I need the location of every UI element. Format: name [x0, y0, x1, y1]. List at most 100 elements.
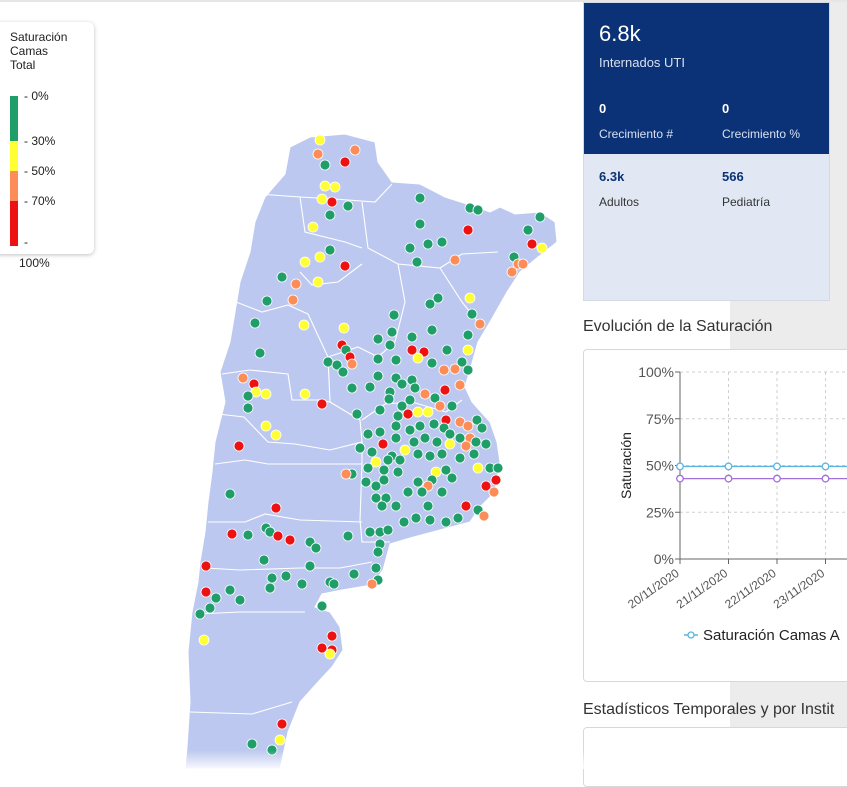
hospital-marker[interactable] [198, 634, 210, 646]
hospital-marker[interactable] [342, 200, 354, 212]
series-point[interactable] [724, 474, 733, 483]
hospital-marker[interactable] [472, 462, 484, 474]
hospital-marker[interactable] [224, 584, 236, 596]
hospital-marker[interactable] [426, 324, 438, 336]
hospital-marker[interactable] [424, 450, 436, 462]
hospital-marker[interactable] [410, 512, 422, 524]
hospital-marker[interactable] [370, 480, 382, 492]
hospital-marker[interactable] [517, 258, 529, 270]
hospital-marker[interactable] [276, 271, 288, 283]
hospital-marker[interactable] [304, 560, 316, 572]
hospital-marker[interactable] [378, 464, 390, 476]
hospital-marker[interactable] [424, 514, 436, 526]
hospital-marker[interactable] [364, 381, 376, 393]
hospital-marker[interactable] [409, 382, 421, 394]
hospital-marker[interactable] [224, 488, 236, 500]
hospital-marker[interactable] [210, 592, 222, 604]
hospital-marker[interactable] [422, 500, 434, 512]
hospital-marker[interactable] [296, 578, 308, 590]
series-point[interactable] [676, 462, 684, 471]
hospital-marker[interactable] [462, 420, 474, 432]
hospital-marker[interactable] [462, 329, 474, 341]
hospital-marker[interactable] [382, 454, 394, 466]
hospital-marker[interactable] [382, 524, 394, 536]
hospital-marker[interactable] [338, 322, 350, 334]
hospital-marker[interactable] [394, 454, 406, 466]
hospital-marker[interactable] [446, 472, 458, 484]
hospital-marker[interactable] [337, 366, 349, 378]
hospital-marker[interactable] [342, 530, 354, 542]
hospital-marker[interactable] [392, 410, 404, 422]
hospital-marker[interactable] [310, 542, 322, 554]
series-point[interactable] [821, 462, 830, 471]
hospital-marker[interactable] [472, 204, 484, 216]
hospital-marker[interactable] [339, 156, 351, 168]
hospital-marker[interactable] [272, 530, 284, 542]
hospital-marker[interactable] [449, 254, 461, 266]
hospital-marker[interactable] [242, 529, 254, 541]
hospital-marker[interactable] [254, 347, 266, 359]
hospital-marker[interactable] [416, 486, 428, 498]
hospital-marker[interactable] [372, 546, 384, 558]
hospital-marker[interactable] [446, 400, 458, 412]
hospital-marker[interactable] [307, 221, 319, 233]
hospital-marker[interactable] [414, 420, 426, 432]
hospital-marker[interactable] [316, 600, 328, 612]
hospital-marker[interactable] [298, 319, 310, 331]
hospital-marker[interactable] [390, 420, 402, 432]
hospital-marker[interactable] [328, 578, 340, 590]
hospital-marker[interactable] [444, 438, 456, 450]
hospital-marker[interactable] [449, 363, 461, 375]
hospital-marker[interactable] [324, 648, 336, 660]
hospital-marker[interactable] [492, 462, 504, 474]
hospital-marker[interactable] [364, 526, 376, 538]
hospital-marker[interactable] [237, 372, 249, 384]
hospital-marker[interactable] [276, 718, 288, 730]
hospital-marker[interactable] [436, 448, 448, 460]
hospital-marker[interactable] [270, 429, 282, 441]
hospital-marker[interactable] [351, 408, 363, 420]
hospital-marker[interactable] [319, 159, 331, 171]
hospital-marker[interactable] [264, 582, 276, 594]
hospital-marker[interactable] [348, 568, 360, 580]
hospital-marker[interactable] [424, 298, 436, 310]
hospital-marker[interactable] [412, 448, 424, 460]
hospital-marker[interactable] [299, 388, 311, 400]
hospital-marker[interactable] [316, 193, 328, 205]
hospital-marker[interactable] [326, 630, 338, 642]
series-point[interactable] [676, 474, 684, 483]
hospital-marker[interactable] [362, 462, 374, 474]
hospital-marker[interactable] [431, 436, 443, 448]
hospital-marker[interactable] [396, 378, 408, 390]
hospital-marker[interactable] [366, 578, 378, 590]
hospital-marker[interactable] [404, 394, 416, 406]
hospital-marker[interactable] [534, 211, 546, 223]
hospital-marker[interactable] [506, 266, 518, 278]
hospital-marker[interactable] [316, 398, 328, 410]
hospital-marker[interactable] [406, 331, 418, 343]
hospital-marker[interactable] [392, 466, 404, 478]
hospital-marker[interactable] [480, 438, 492, 450]
hospital-marker[interactable] [374, 426, 386, 438]
hospital-marker[interactable] [440, 516, 452, 528]
hospital-marker[interactable] [314, 134, 326, 146]
hospital-marker[interactable] [346, 358, 358, 370]
saturation-line-chart[interactable]: 100% 75% 50% 25% 0%20/11/202021/11/202022/11… [584, 350, 847, 683]
hospital-marker[interactable] [349, 144, 361, 156]
hospital-marker[interactable] [452, 512, 464, 524]
hospital-marker[interactable] [383, 393, 395, 405]
hospital-marker[interactable] [366, 446, 378, 458]
hospital-marker[interactable] [372, 370, 384, 382]
hospital-marker[interactable] [462, 344, 474, 356]
hospital-marker[interactable] [466, 308, 478, 320]
series-point[interactable] [773, 462, 781, 471]
hospital-marker[interactable] [526, 238, 538, 250]
hospital-marker[interactable] [399, 444, 411, 456]
hospital-marker[interactable] [290, 278, 302, 290]
hospital-marker[interactable] [408, 436, 420, 448]
hospital-marker[interactable] [246, 738, 258, 750]
hospital-marker[interactable] [462, 224, 474, 236]
hospital-marker[interactable] [200, 560, 212, 572]
hospital-marker[interactable] [299, 256, 311, 268]
hospital-marker[interactable] [266, 572, 278, 584]
